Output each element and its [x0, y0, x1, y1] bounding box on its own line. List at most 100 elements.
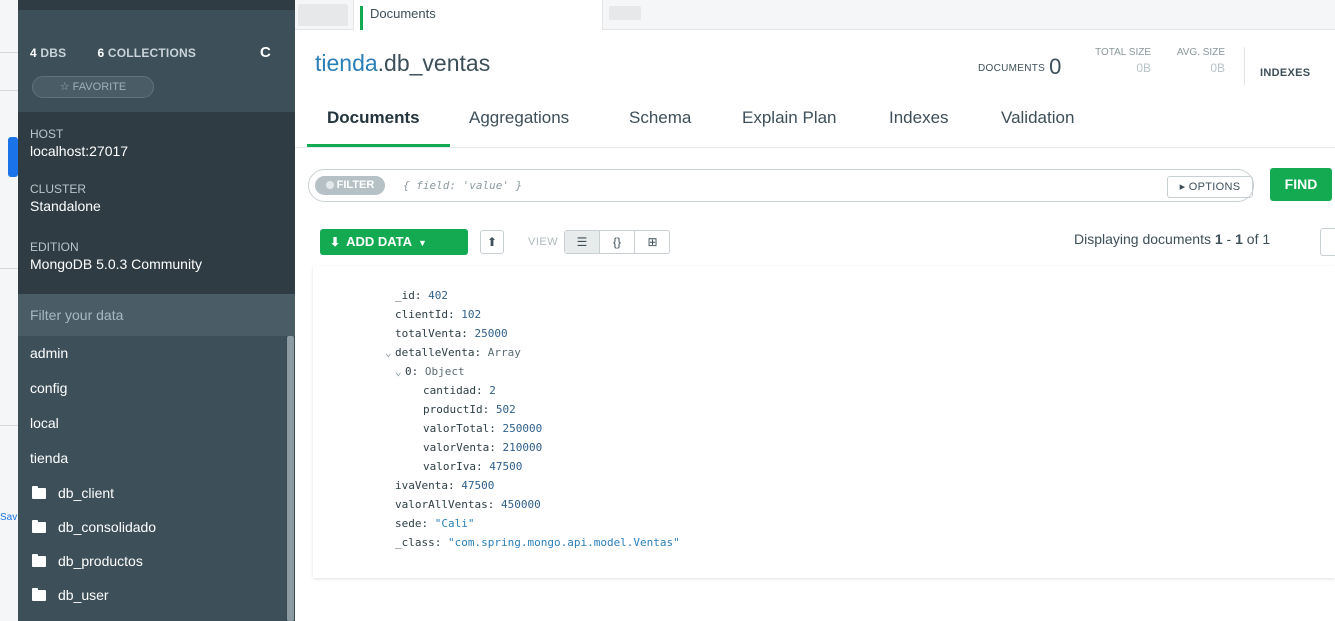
tab-validation[interactable]: Validation [1001, 108, 1074, 128]
field-row: totalVenta: 25000 [395, 327, 508, 340]
collections-count: 6 [97, 46, 105, 60]
sidebar-collection-db-user[interactable]: db_user [18, 578, 285, 612]
sidebar-collection-db-consolidado[interactable]: db_consolidado [18, 510, 285, 544]
collection-label: db_consolidado [58, 519, 157, 535]
braces-icon: {} [612, 235, 621, 249]
documents-stat-value: 0 [1049, 54, 1062, 79]
sidebar: 4 DBS 6 COLLECTIONS C ☆ FAVORITE HOST lo… [18, 0, 295, 621]
database-list: admin config local tienda db_client db_c… [18, 336, 285, 612]
add-data-button[interactable]: ⬇ ADD DATA ▼ [320, 229, 468, 255]
collection-label: db_productos [58, 553, 143, 569]
instance-info: HOST localhost:27017 CLUSTER Standalone … [18, 112, 295, 294]
folder-icon [32, 553, 46, 567]
cluster-info: CLUSTER Standalone [30, 182, 101, 214]
sidebar-item-config[interactable]: config [18, 371, 285, 406]
field-row: valorTotal: 250000 [423, 422, 543, 435]
field-row: valorIva: 47500 [423, 460, 523, 473]
document-fields: _id: 402 clientId: 102 totalVenta: 25000… [383, 286, 680, 552]
field-row: valorVenta: 210000 [423, 441, 543, 454]
host-label: HOST [30, 127, 64, 141]
find-button[interactable]: FIND [1270, 168, 1332, 201]
avg-size-label: AVG. SIZE [1176, 47, 1225, 58]
workspace-tab-label: Documents [370, 6, 436, 21]
export-button[interactable]: ⬆ [480, 230, 504, 254]
cluster-value: Standalone [30, 198, 101, 214]
total-size-stat: TOTAL SIZE 0B [1089, 47, 1151, 75]
total-size-label: TOTAL SIZE [1095, 47, 1151, 58]
field-row: _class: "com.spring.mongo.api.model.Vent… [395, 536, 680, 549]
query-bar: FILTER { field: 'value' } ▸ OPTIONS [308, 169, 1254, 202]
view-toggle-group: ☰ {} ⊞ [564, 230, 670, 254]
collections-label: COLLECTIONS [107, 46, 197, 60]
background-window-accent [8, 137, 18, 177]
favorite-button[interactable]: ☆ FAVORITE [32, 76, 154, 98]
avg-size-stat: AVG. SIZE 0B [1163, 47, 1225, 75]
folder-icon [32, 519, 46, 533]
options-button[interactable]: ▸ OPTIONS [1167, 176, 1253, 198]
background-window: Sav [0, 0, 18, 621]
sidebar-item-tienda[interactable]: tienda [18, 441, 285, 476]
caret-down-icon: ▼ [418, 238, 427, 248]
json-view-button[interactable]: {} [600, 231, 635, 253]
table-icon: ⊞ [647, 235, 658, 249]
filter-input[interactable]: { field: 'value' } [403, 179, 522, 192]
field-row: clientId: 102 [395, 308, 482, 321]
field-row-expandable[interactable]: ⌄ 0: Object [383, 362, 680, 381]
tab-schema[interactable]: Schema [629, 108, 691, 128]
chevron-down-icon[interactable]: ⌄ [385, 343, 395, 362]
folder-icon [32, 485, 46, 499]
workspace-tab-documents[interactable]: Documents [353, 0, 603, 30]
namespace-collection: .db_ventas [377, 50, 491, 76]
cluster-label: CLUSTER [30, 182, 87, 196]
workspace-tab-bar: Documents [295, 0, 1335, 30]
sidebar-collection-db-productos[interactable]: db_productos [18, 544, 285, 578]
info-icon [325, 181, 334, 189]
pagination-control[interactable] [1320, 228, 1335, 256]
folder-icon [32, 587, 46, 601]
instance-stats: 4 DBS 6 COLLECTIONS [30, 46, 196, 60]
indexes-stat-label: INDEXES [1260, 67, 1311, 79]
collection-label: db_user [58, 587, 109, 603]
sidebar-item-local[interactable]: local [18, 406, 285, 441]
workspace-tab[interactable] [298, 4, 348, 26]
documents-stat-label: DOCUMENTS [978, 63, 1046, 74]
sidebar-scrollbar-thumb[interactable] [287, 336, 294, 621]
sidebar-filter-input[interactable]: Filter your data [18, 294, 295, 336]
host-info: HOST localhost:27017 [30, 127, 128, 159]
list-icon: ☰ [576, 235, 588, 249]
pagination-summary: Displaying documents 1 - 1 of 1 [1074, 231, 1271, 247]
document-card[interactable]: _id: 402 clientId: 102 totalVenta: 25000… [313, 266, 1335, 578]
list-view-button[interactable]: ☰ [565, 231, 600, 253]
edition-value: MongoDB 5.0.3 Community [30, 256, 202, 272]
view-label: VIEW [528, 236, 559, 248]
sidebar-collection-db-client[interactable]: db_client [18, 476, 285, 510]
dbs-count: 4 [30, 46, 37, 60]
tab-explain-plan[interactable]: Explain Plan [742, 108, 837, 128]
sidebar-item-admin[interactable]: admin [18, 336, 285, 371]
tab-aggregations[interactable]: Aggregations [469, 108, 569, 128]
total-size-value: 0B [1136, 61, 1151, 75]
tab-documents[interactable]: Documents [327, 108, 420, 128]
namespace-db[interactable]: tienda [315, 50, 378, 76]
documents-list: _id: 402 clientId: 102 totalVenta: 25000… [313, 266, 1335, 578]
filter-label: FILTER [315, 176, 385, 195]
table-view-button[interactable]: ⊞ [635, 231, 670, 253]
edition-info: EDITION MongoDB 5.0.3 Community [30, 240, 202, 272]
field-row: sede: "Cali" [395, 517, 475, 530]
tab-indexes[interactable]: Indexes [889, 108, 949, 128]
field-row: valorAllVentas: 450000 [395, 498, 541, 511]
field-row: productId: 502 [423, 403, 516, 416]
host-value: localhost:27017 [30, 143, 129, 159]
dbs-label: DBS [40, 46, 67, 60]
chevron-down-icon[interactable]: ⌄ [395, 362, 405, 381]
background-window-text: Sav [0, 512, 18, 523]
field-row: cantidad: 2 [423, 384, 496, 397]
new-tab-button[interactable] [609, 6, 641, 20]
namespace-title: tienda.db_ventas [315, 50, 490, 77]
documents-stat: DOCUMENTS 0 [978, 54, 1061, 80]
field-row-expandable[interactable]: ⌄ detalleVenta: Array [383, 343, 680, 362]
edition-label: EDITION [30, 240, 79, 254]
export-icon: ⬆ [486, 235, 498, 249]
avg-size-value: 0B [1210, 61, 1225, 75]
refresh-icon[interactable]: C [260, 44, 271, 61]
